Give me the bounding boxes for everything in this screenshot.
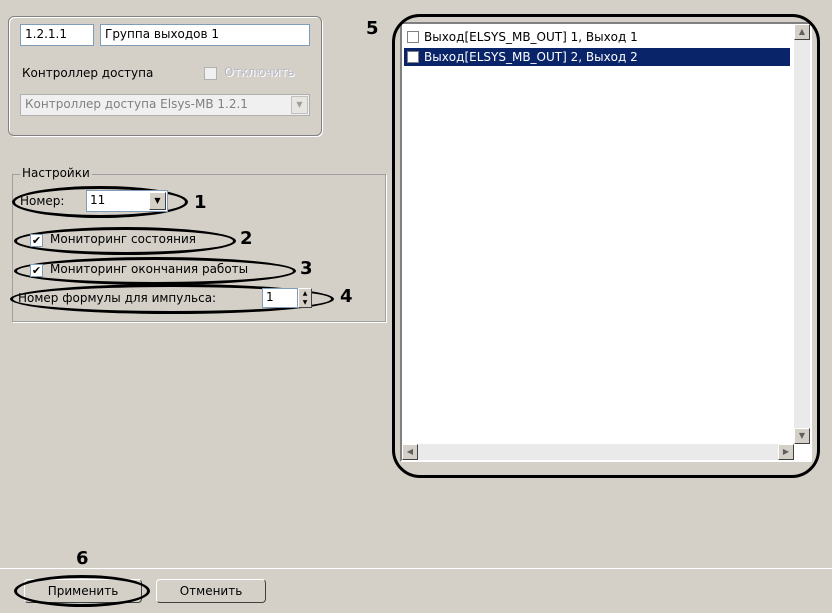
number-select-value: 11	[90, 193, 106, 207]
callout-oval-5	[392, 14, 820, 478]
formula-label: Номер формулы для импульса:	[18, 291, 217, 305]
object-name-field[interactable]: Группа выходов 1	[100, 24, 310, 46]
callout-number-5: 5	[366, 18, 379, 39]
cancel-button[interactable]: Отменить	[156, 579, 266, 603]
monitoring-state-checkbox[interactable]: ✔	[30, 234, 43, 247]
parent-select-value: Контроллер доступа Elsys-MB 1.2.1	[25, 97, 248, 111]
number-select[interactable]: 11 ▼	[86, 190, 168, 212]
callout-number-6: 6	[76, 548, 89, 569]
chevron-down-icon: ▼	[291, 96, 308, 114]
monitoring-end-checkbox[interactable]: ✔	[30, 264, 43, 277]
settings-panel: 1.2.1.1 Группа выходов 1 Контроллер дост…	[0, 0, 832, 569]
number-label: Номер:	[20, 194, 65, 208]
callout-number-2: 2	[240, 228, 253, 249]
bottom-toolbar: Применить Отменить	[0, 568, 832, 613]
monitoring-end-label: Мониторинг окончания работы	[50, 262, 249, 276]
object-id-field[interactable]: 1.2.1.1	[20, 24, 94, 46]
settings-group-title: Настройки	[20, 166, 92, 180]
formula-spinner[interactable]: 1	[262, 288, 298, 308]
disable-label: Отключить	[224, 65, 295, 79]
chevron-down-icon: ▼	[149, 192, 166, 210]
callout-oval-6	[14, 575, 150, 607]
callout-number-4: 4	[340, 286, 353, 307]
monitoring-state-label: Мониторинг состояния	[50, 232, 197, 246]
callout-number-1: 1	[194, 192, 207, 213]
parent-select[interactable]: Контроллер доступа Elsys-MB 1.2.1 ▼	[20, 94, 310, 116]
spinner-arrows-icon[interactable]: ▲ ▼	[298, 288, 312, 308]
parent-label: Контроллер доступа	[22, 66, 154, 80]
callout-number-3: 3	[300, 258, 313, 279]
disable-checkbox[interactable]	[204, 67, 217, 80]
formula-value: 1	[266, 290, 274, 304]
